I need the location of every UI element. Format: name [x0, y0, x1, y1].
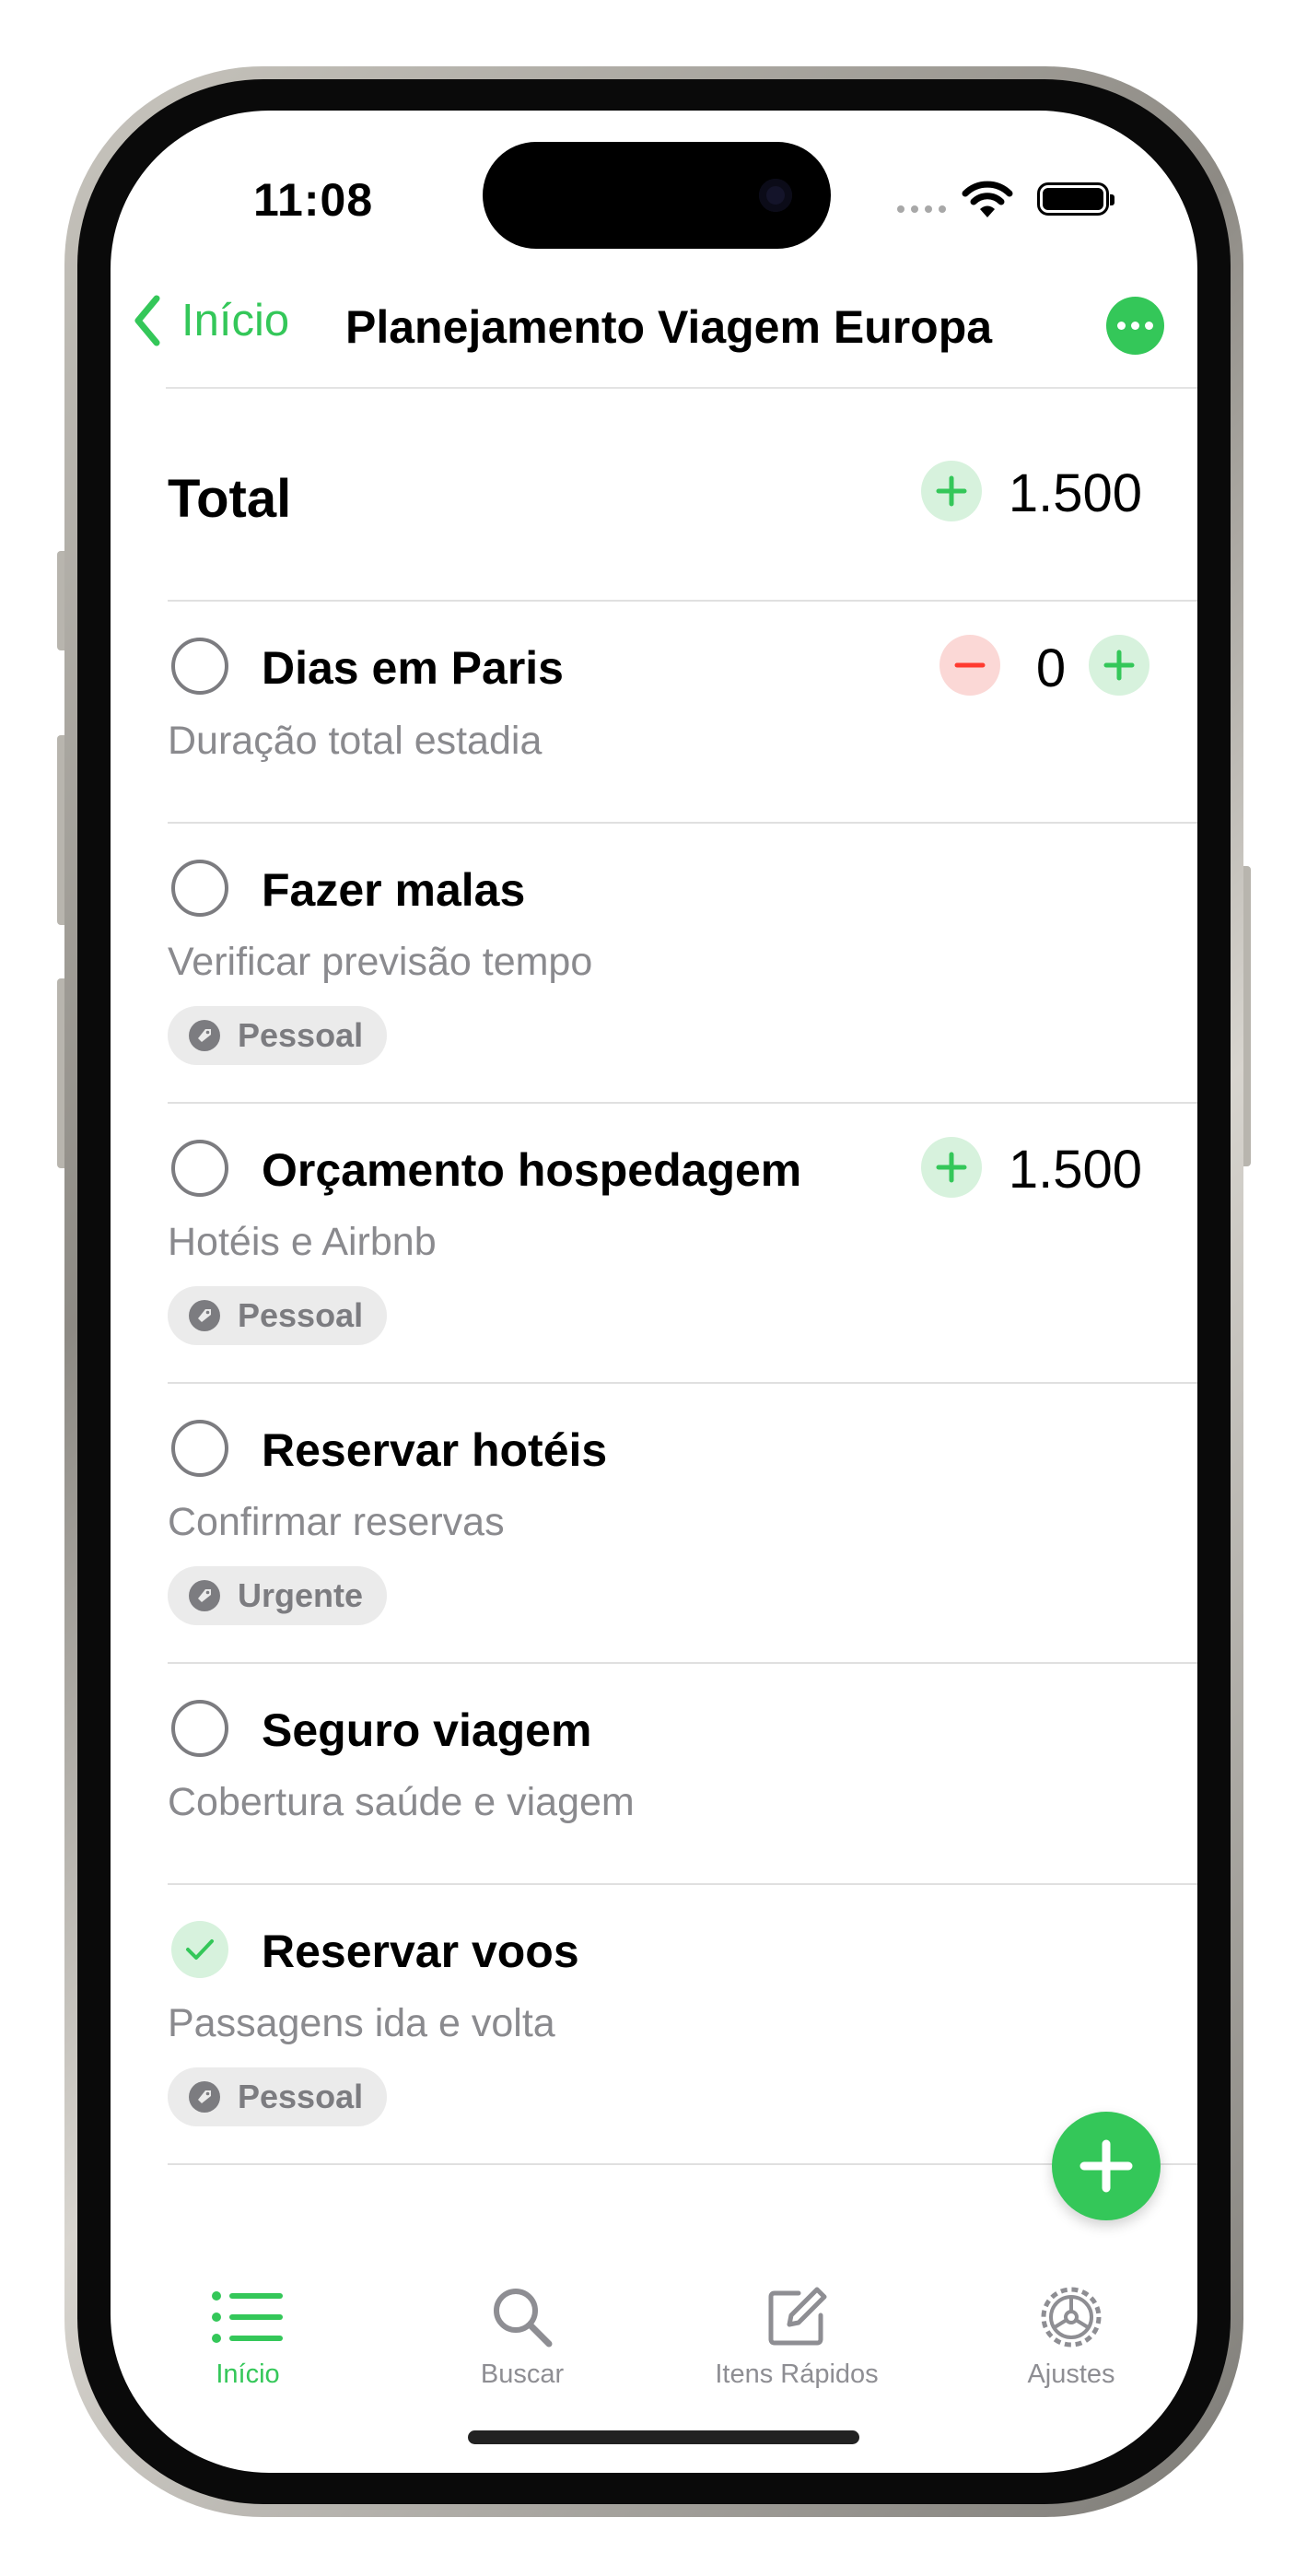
add-item-button[interactable]: [1052, 2112, 1161, 2220]
tag-icon: [189, 1580, 220, 1611]
app-screen: 11:08 Início Planejamento Viagem Europa …: [111, 111, 1197, 2473]
gear-icon: [1041, 2287, 1102, 2348]
item-checkbox[interactable]: [171, 860, 228, 917]
item-subtitle: Cobertura saúde e viagem: [168, 1780, 635, 1824]
item-subtitle: Hotéis e Airbnb: [168, 1220, 437, 1264]
total-increment-button[interactable]: [921, 461, 982, 521]
wifi-icon: [962, 181, 1013, 217]
tag-icon: [189, 1300, 220, 1331]
tab-ajustes[interactable]: Ajustes: [961, 2280, 1182, 2390]
item-checkbox[interactable]: [171, 638, 228, 695]
battery-icon: [1037, 182, 1114, 216]
nav-divider: [166, 387, 1197, 389]
plus-icon: [1079, 2139, 1133, 2193]
compose-icon: [768, 2287, 827, 2346]
tag-chip[interactable]: Urgente: [168, 1566, 388, 1625]
tag-label: Pessoal: [238, 2078, 364, 2115]
tag-icon: [189, 1020, 220, 1051]
item-checkbox[interactable]: [171, 1140, 228, 1197]
tab-inicio[interactable]: Início: [137, 2280, 358, 2390]
item-title: Orçamento hospedagem: [262, 1144, 802, 1196]
tab-buscar[interactable]: Buscar: [412, 2280, 633, 2390]
increment-button[interactable]: [921, 1137, 982, 1198]
tab-label: Buscar: [480, 2359, 565, 2389]
tab-label: Início: [216, 2359, 280, 2389]
more-options-button[interactable]: [1106, 297, 1164, 355]
tab-itens-rapidos[interactable]: Itens Rápidos: [686, 2280, 907, 2390]
item-subtitle: Passagens ida e volta: [168, 2001, 555, 2045]
tag-chip[interactable]: Pessoal: [168, 2067, 388, 2126]
status-time: 11:08: [253, 174, 374, 226]
divider: [168, 1102, 1197, 1104]
item-title: Fazer malas: [262, 864, 526, 916]
tab-bar: Início Buscar Itens Rápidos Ajustes: [111, 2280, 1197, 2391]
tab-label: Ajustes: [1027, 2359, 1115, 2389]
counter-value: 0: [1035, 638, 1067, 698]
item-checkbox[interactable]: [171, 1420, 228, 1477]
list-icon: [212, 2291, 283, 2343]
decrement-button[interactable]: [939, 635, 1000, 696]
plus-icon: [1103, 650, 1135, 681]
tag-chip[interactable]: Pessoal: [168, 1286, 388, 1345]
item-subtitle: Verificar previsão tempo: [168, 940, 593, 984]
checkmark-icon: [186, 1939, 214, 1960]
plus-icon: [936, 1152, 967, 1183]
tag-label: Urgente: [238, 1576, 364, 1614]
total-label: Total: [168, 469, 292, 529]
back-button[interactable]: Início: [134, 295, 289, 346]
increment-button[interactable]: [1089, 635, 1149, 696]
tag-label: Pessoal: [238, 1016, 364, 1054]
search-icon: [494, 2289, 553, 2348]
divider: [168, 1883, 1197, 1885]
ellipsis-circle-icon: [1117, 322, 1126, 330]
minus-icon: [954, 662, 986, 668]
item-checkbox-checked[interactable]: [171, 1921, 228, 1978]
plus-icon: [936, 475, 967, 507]
home-indicator: [468, 2430, 859, 2444]
item-subtitle: Confirmar reservas: [168, 1500, 505, 1544]
item-title: Reservar voos: [262, 1926, 579, 1977]
back-label: Início: [181, 296, 290, 345]
chevron-left-icon: [134, 295, 160, 346]
tab-label: Itens Rápidos: [715, 2359, 879, 2389]
item-title: Reservar hotéis: [262, 1424, 608, 1476]
item-subtitle: Duração total estadia: [168, 719, 543, 763]
item-checkbox[interactable]: [171, 1700, 228, 1757]
dynamic-island: [483, 142, 831, 249]
cellular-signal-icon: [897, 205, 946, 213]
amount-value: 1.500: [1008, 1140, 1142, 1200]
divider: [168, 600, 1197, 602]
divider: [168, 822, 1197, 824]
item-title: Seguro viagem: [262, 1704, 592, 1756]
divider: [168, 2163, 1197, 2165]
tag-label: Pessoal: [238, 1296, 364, 1334]
page-title: Planejamento Viagem Europa: [345, 301, 993, 353]
front-camera: [759, 179, 792, 212]
tag-chip[interactable]: Pessoal: [168, 1006, 388, 1065]
item-title: Dias em Paris: [262, 642, 564, 694]
divider: [168, 1382, 1197, 1384]
divider: [168, 1662, 1197, 1664]
tag-icon: [189, 2081, 220, 2113]
total-value: 1.500: [1008, 463, 1142, 523]
